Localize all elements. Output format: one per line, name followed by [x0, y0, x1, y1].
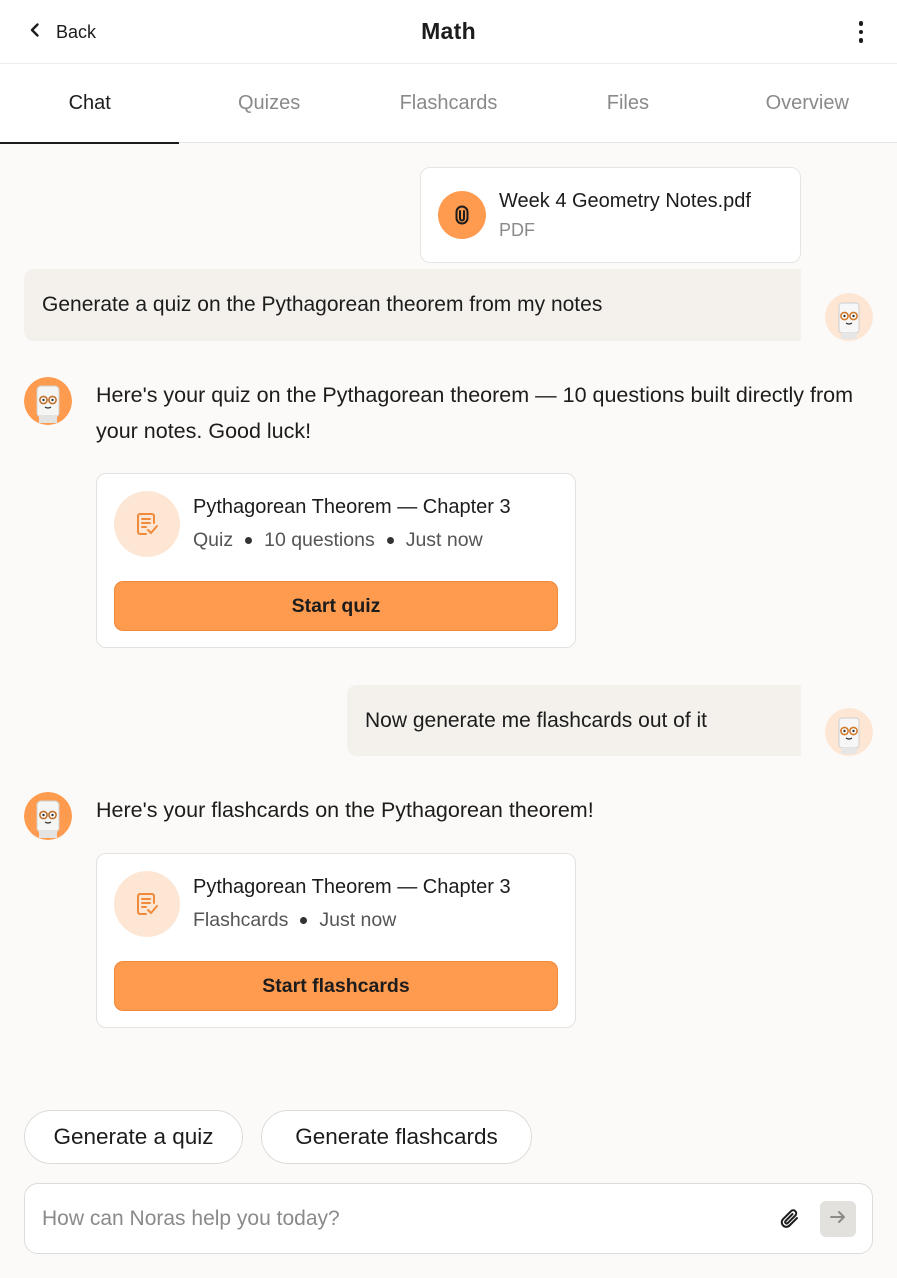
- user-message: Now generate me flashcards out of it: [347, 685, 801, 756]
- tab-files[interactable]: Files: [538, 64, 717, 143]
- tab-overview[interactable]: Overview: [718, 64, 897, 143]
- document-check-icon: [114, 491, 180, 557]
- assistant-message-text: Here's your quiz on the Pythagorean theo…: [96, 383, 853, 443]
- app-header: Back Math: [0, 0, 897, 64]
- separator-dot: [245, 537, 253, 544]
- flashcards-meta: Flashcards Just now: [193, 909, 396, 932]
- tab-quizes[interactable]: Quizes: [179, 64, 358, 143]
- attachment-name: Week 4 Geometry Notes.pdf: [499, 189, 751, 212]
- user-message-text: Generate a quiz on the Pythagorean theor…: [42, 293, 603, 316]
- user-message-text: Now generate me flashcards out of it: [365, 708, 708, 732]
- start-quiz-button[interactable]: Start quiz: [114, 581, 558, 631]
- flashcards-type: Flashcards: [193, 909, 289, 931]
- quiz-card: Pythagorean Theorem — Chapter 3 Quiz 10 …: [96, 473, 576, 648]
- quiz-timestamp: Just now: [405, 529, 483, 551]
- assistant-avatar: [24, 792, 72, 840]
- attachment-info: Week 4 Geometry Notes.pdf PDF: [499, 190, 751, 241]
- user-message: Generate a quiz on the Pythagorean theor…: [24, 269, 801, 341]
- user-avatar: [825, 293, 873, 341]
- start-flashcards-button[interactable]: Start flashcards: [114, 961, 558, 1011]
- message-composer: [24, 1183, 873, 1254]
- attachment-type: PDF: [499, 219, 535, 240]
- separator-dot: [386, 537, 394, 544]
- separator-dot: [300, 917, 308, 924]
- document-check-icon: [114, 871, 180, 937]
- more-vertical-icon[interactable]: [851, 20, 871, 44]
- tab-flashcards[interactable]: Flashcards: [359, 64, 538, 143]
- tab-chat[interactable]: Chat: [0, 64, 180, 144]
- quiz-meta: Quiz 10 questions Just now: [193, 529, 483, 552]
- suggestion-generate-quiz[interactable]: Generate a quiz: [24, 1110, 243, 1164]
- page-title: Math: [421, 18, 476, 44]
- assistant-avatar: [24, 377, 72, 425]
- arrow-right-icon: [828, 1207, 848, 1232]
- quiz-question-count: 10 questions: [264, 529, 375, 551]
- paperclip-icon: [438, 191, 486, 239]
- attachment-card[interactable]: Week 4 Geometry Notes.pdf PDF: [420, 167, 801, 263]
- tab-bar: Chat Quizes Flashcards Files Overview: [0, 64, 897, 144]
- message-input[interactable]: [42, 1198, 742, 1240]
- quiz-type: Quiz: [193, 529, 234, 551]
- flashcards-timestamp: Just now: [319, 909, 397, 931]
- flashcards-card: Pythagorean Theorem — Chapter 3 Flashcar…: [96, 853, 576, 1028]
- user-avatar: [825, 708, 873, 756]
- quiz-title: Pythagorean Theorem — Chapter 3: [193, 496, 511, 518]
- paperclip-icon[interactable]: [777, 1206, 803, 1232]
- flashcards-title: Pythagorean Theorem — Chapter 3: [193, 876, 511, 898]
- send-button[interactable]: [820, 1201, 856, 1237]
- suggestion-generate-flashcards[interactable]: Generate flashcards: [261, 1110, 532, 1164]
- assistant-message-text: Here's your flashcards on the Pythagorea…: [96, 798, 594, 822]
